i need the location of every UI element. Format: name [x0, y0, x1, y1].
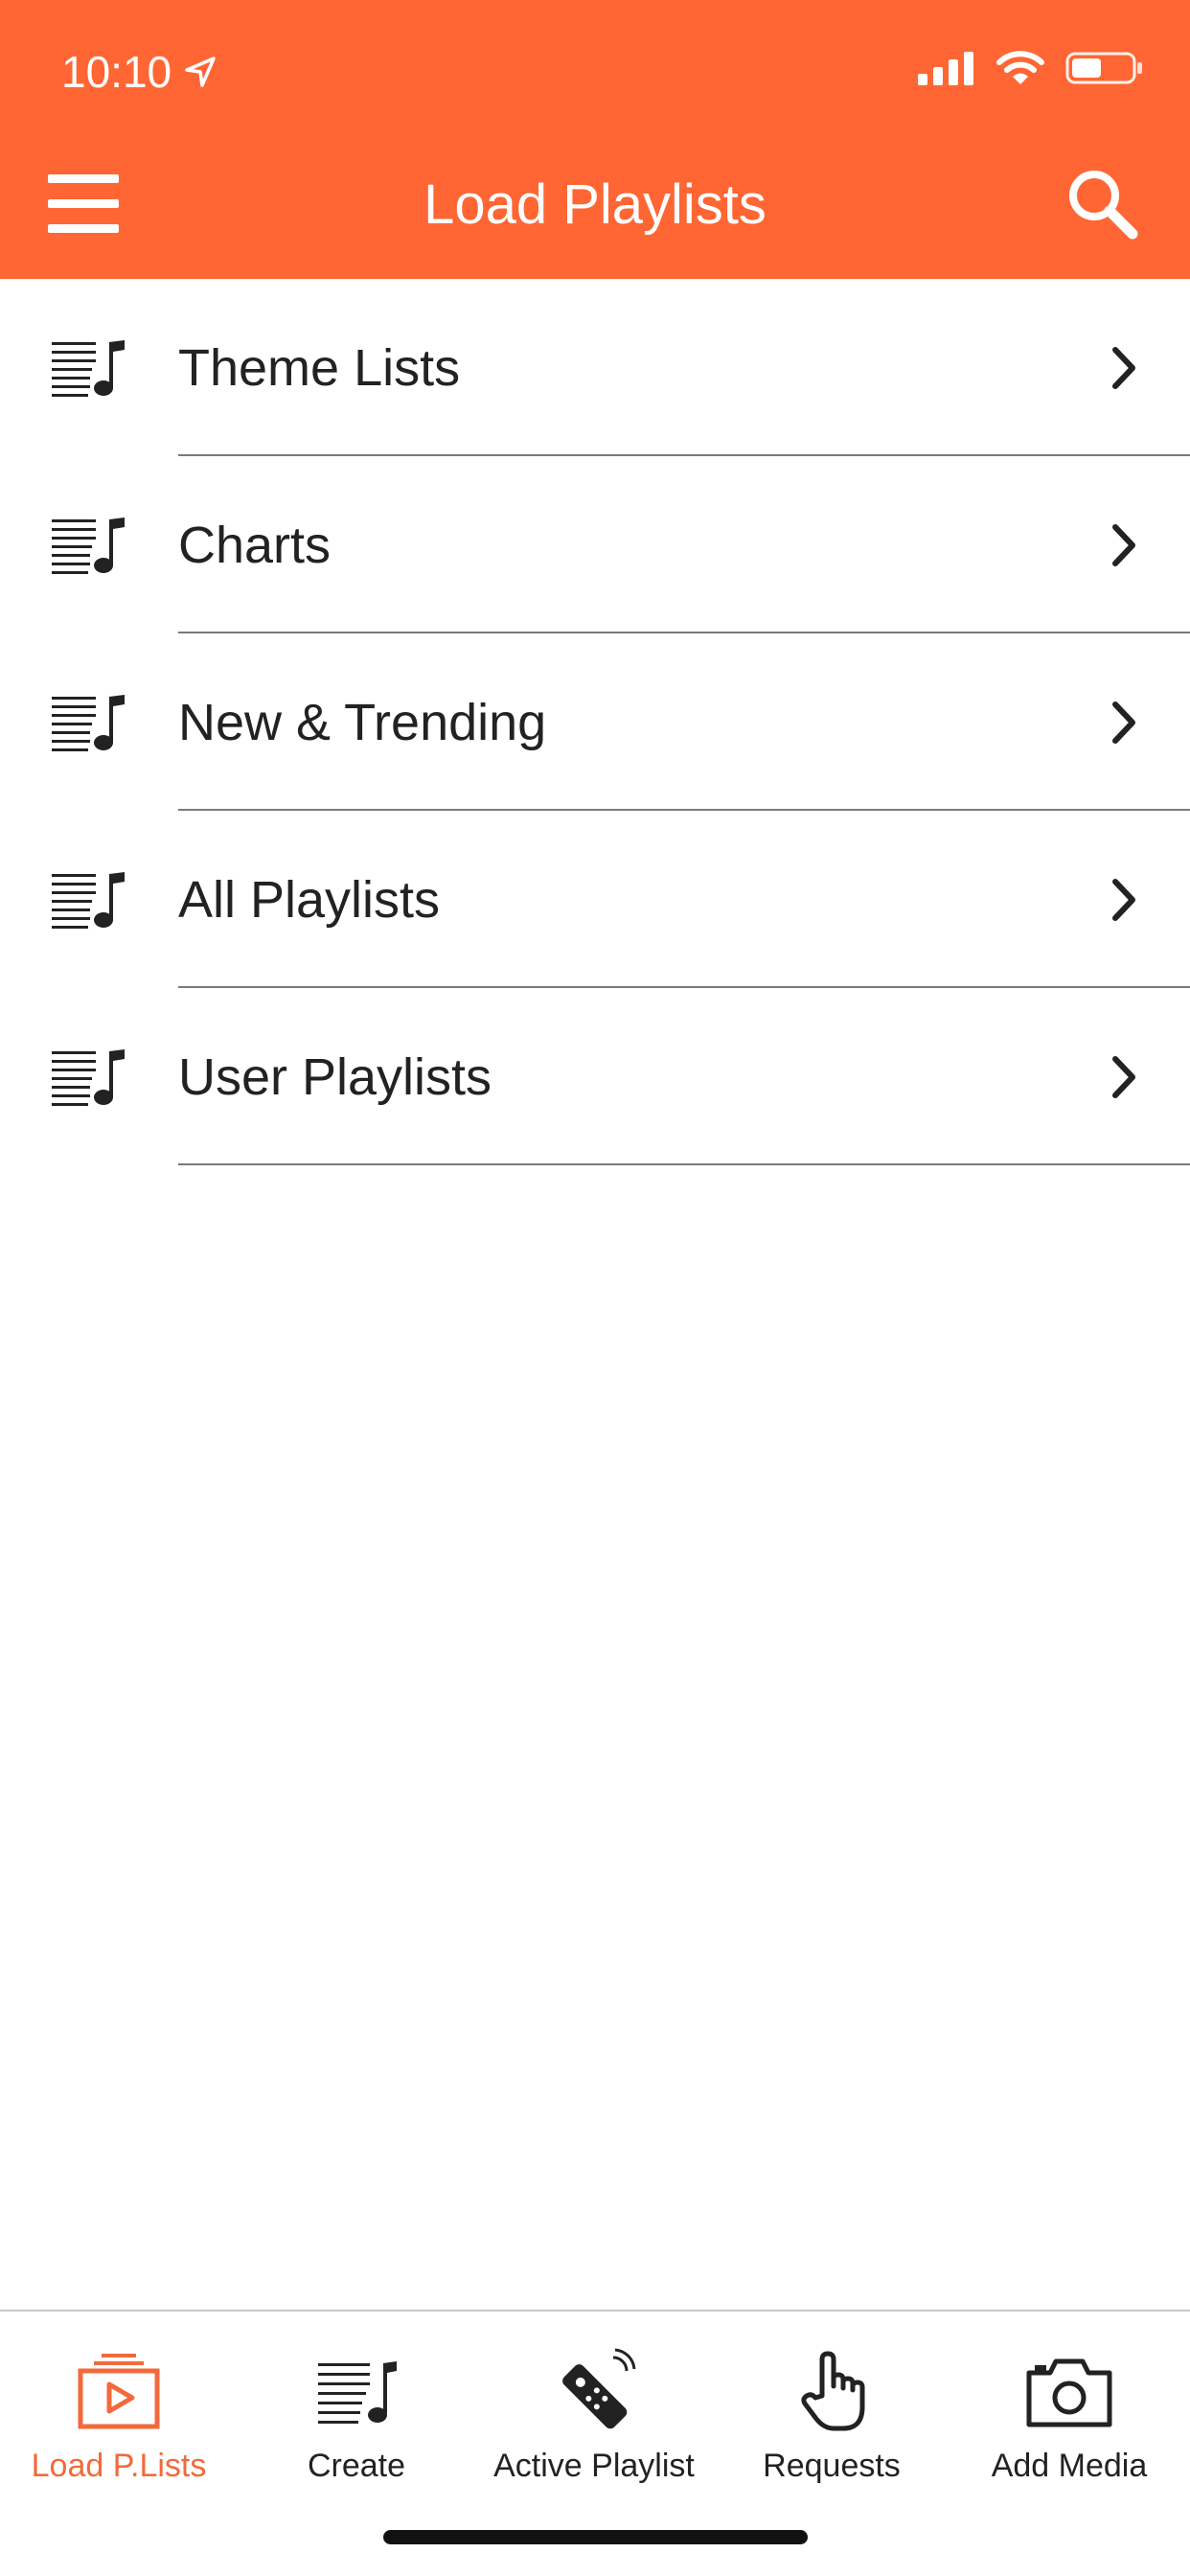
search-icon[interactable] — [1064, 165, 1140, 242]
wifi-icon — [996, 51, 1044, 84]
chevron-right-icon — [1112, 879, 1135, 921]
location-arrow-icon — [185, 57, 216, 87]
tab-add-media[interactable]: Add Media — [950, 2329, 1188, 2492]
tab-requests[interactable]: Requests — [713, 2329, 950, 2492]
playlist-music-icon — [52, 518, 125, 574]
cellular-signal-icon — [918, 52, 973, 85]
chevron-right-icon — [1112, 702, 1135, 744]
create-playlist-icon — [318, 2361, 397, 2424]
status-bar-time: 10:10 — [61, 46, 219, 98]
tab-active-playlist[interactable]: Active Playlist — [475, 2329, 713, 2492]
navigation-header: 10:10 Load Playlists — [0, 0, 1190, 279]
playlist-category-list: Theme Lists Charts New & Trending All Pl… — [0, 279, 1190, 1165]
list-item-charts[interactable]: Charts — [0, 456, 1190, 633]
remote-control-icon — [562, 2348, 636, 2429]
playlist-music-icon — [52, 1049, 125, 1106]
list-item-label: Charts — [178, 517, 332, 574]
tab-create[interactable]: Create — [238, 2329, 475, 2492]
tab-label: Requests — [763, 2448, 901, 2484]
list-item-label: User Playlists — [178, 1048, 492, 1106]
chevron-right-icon — [1112, 1056, 1135, 1098]
camera-icon — [1026, 2358, 1112, 2427]
list-item-new-trending[interactable]: New & Trending — [0, 633, 1190, 811]
tab-label: Active Playlist — [493, 2448, 695, 2484]
load-playlists-icon — [78, 2354, 160, 2429]
list-item-label: Theme Lists — [178, 339, 461, 397]
playlist-music-icon — [52, 340, 125, 397]
list-item-label: All Playlists — [178, 871, 441, 929]
divider — [178, 1163, 1190, 1165]
chevron-right-icon — [1112, 347, 1135, 389]
tab-load-playlists[interactable]: Load P.Lists — [0, 2329, 238, 2492]
list-item-label: New & Trending — [178, 694, 547, 751]
tab-label: Load P.Lists — [31, 2448, 207, 2484]
playlist-music-icon — [52, 872, 125, 929]
playlist-music-icon — [52, 695, 125, 751]
list-item-user-playlists[interactable]: User Playlists — [0, 988, 1190, 1165]
tab-label: Create — [307, 2448, 406, 2484]
list-item-theme-lists[interactable]: Theme Lists — [0, 279, 1190, 456]
tab-label: Add Media — [991, 2448, 1148, 2484]
list-item-all-playlists[interactable]: All Playlists — [0, 811, 1190, 988]
chevron-right-icon — [1112, 524, 1135, 566]
status-time-text: 10:10 — [61, 47, 172, 97]
battery-icon — [1065, 52, 1142, 84]
hand-pointer-icon — [801, 2351, 865, 2431]
home-indicator[interactable] — [383, 2530, 808, 2544]
status-bar-indicators — [918, 50, 1144, 86]
page-title: Load Playlists — [423, 173, 767, 236]
